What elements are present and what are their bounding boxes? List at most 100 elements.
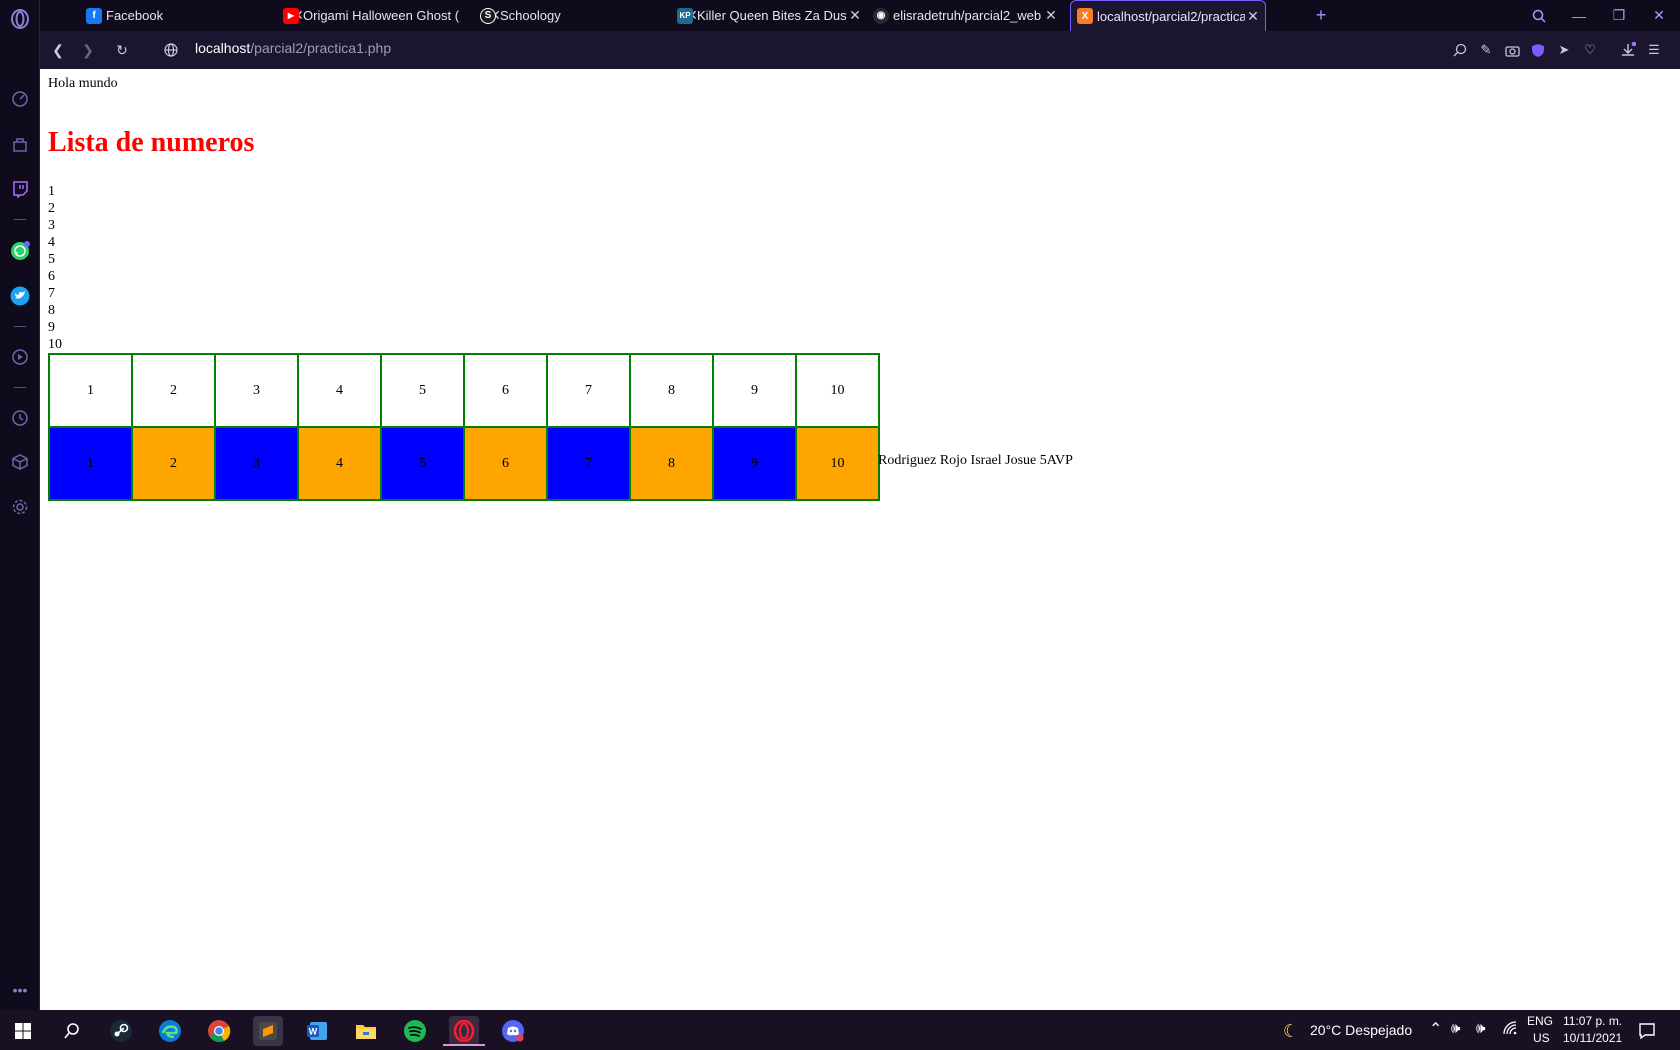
new-tab-button[interactable]: + <box>1310 4 1332 26</box>
table-row: 1 2 3 4 5 6 7 8 9 10 <box>48 426 880 501</box>
opera-sidebar: ••• <box>0 0 40 1010</box>
kp-icon: KP <box>677 7 693 24</box>
vpn-shield-icon[interactable] <box>1527 39 1549 61</box>
restore-icon[interactable]: ❐ <box>1600 0 1638 31</box>
table-cell-blue: 1 <box>48 426 133 501</box>
easy-setup-menu-icon[interactable]: ☰ <box>1643 39 1665 61</box>
snapshot-camera-icon[interactable] <box>1501 39 1523 61</box>
tab-facebook[interactable]: f Facebook ✕ <box>80 0 310 31</box>
speaker-icon[interactable]: 🕪 <box>1451 1020 1460 1037</box>
address-field[interactable]: localhost/parcial2/practica1.php <box>195 40 391 56</box>
weather-text[interactable]: 20°C Despejado <box>1310 1022 1412 1038</box>
forward-icon[interactable]: ❯ <box>77 39 99 61</box>
file-explorer-icon[interactable] <box>351 1016 381 1046</box>
hello-text: Hola mundo <box>48 76 118 91</box>
sidebar-divider <box>14 219 26 220</box>
url-host: localhost <box>195 40 251 56</box>
minimize-icon[interactable]: — <box>1560 0 1598 31</box>
screen: ••• f Facebook ✕ ▶ Origami Halloween Gho… <box>0 0 1680 1050</box>
weather-moon-icon[interactable]: ☾ <box>1276 1016 1306 1046</box>
send-icon[interactable]: ➤ <box>1553 39 1575 61</box>
taskbar-search-icon[interactable] <box>57 1016 87 1046</box>
table-cell: 7 <box>546 353 631 428</box>
discord-icon[interactable] <box>498 1016 528 1046</box>
table-cell-orange: 4 <box>297 426 382 501</box>
network-icon[interactable] <box>1502 1020 1518 1039</box>
edge-icon[interactable] <box>155 1016 185 1046</box>
bookmark-heart-icon[interactable]: ♡ <box>1579 39 1601 61</box>
table-cell-orange: 6 <box>463 426 548 501</box>
list-item: 10 <box>48 337 62 352</box>
settings-gear-icon[interactable] <box>8 495 32 519</box>
site-info-globe-icon[interactable] <box>160 39 182 61</box>
sublime-text-icon[interactable] <box>253 1016 283 1046</box>
tab-title: Schoology <box>500 8 561 23</box>
reload-icon[interactable]: ↻ <box>111 39 133 61</box>
downloads-icon[interactable] <box>1617 39 1639 61</box>
more-options-icon[interactable]: ••• <box>8 978 32 1002</box>
table-cell-blue: 9 <box>712 426 797 501</box>
close-icon[interactable]: ✕ <box>847 7 863 24</box>
extensions-icon[interactable] <box>8 450 32 474</box>
edit-share-icon[interactable]: ✎ <box>1475 39 1497 61</box>
chrome-icon[interactable] <box>204 1016 234 1046</box>
list-item: 8 <box>48 303 55 318</box>
table-cell-blue: 3 <box>214 426 299 501</box>
tab-youtube[interactable]: ▶ Origami Halloween Ghost ( ✕ <box>277 0 507 31</box>
chevron-up-icon[interactable]: ⌃ <box>1429 1019 1442 1039</box>
spotify-icon[interactable] <box>400 1016 430 1046</box>
url-path: /parcial2/practica1.php <box>250 40 392 56</box>
close-icon[interactable]: ✕ <box>1043 7 1059 24</box>
opera-logo-icon[interactable] <box>8 7 32 31</box>
speaker-icon[interactable]: 🕪 <box>1476 1020 1485 1037</box>
tab-strip: f Facebook ✕ ▶ Origami Halloween Ghost (… <box>40 0 1680 31</box>
table-cell: 4 <box>297 353 382 428</box>
table-cell-orange: 8 <box>629 426 714 501</box>
address-toolbar: ❮ ❯ ↻ localhost/parcial2/practica1.php ✎… <box>40 31 1680 69</box>
list-item: 9 <box>48 320 55 335</box>
workspaces-icon[interactable] <box>8 133 32 157</box>
page-heading: Lista de numeros <box>48 127 255 158</box>
twitter-icon[interactable] <box>8 284 32 308</box>
history-icon[interactable] <box>8 406 32 430</box>
tab-title: Facebook <box>106 8 164 23</box>
notifications-icon[interactable] <box>1632 1016 1662 1046</box>
language-bottom[interactable]: US <box>1533 1031 1550 1045</box>
github-icon: ◉ <box>873 7 889 24</box>
number-table: 1 2 3 4 5 6 7 8 9 10 1 2 3 4 5 6 7 8 9 1… <box>48 353 880 501</box>
tab-title: localhost/parcial2/practica <box>1097 8 1245 24</box>
list-item: 1 <box>48 184 55 199</box>
steam-icon[interactable] <box>106 1016 136 1046</box>
speed-dial-icon[interactable] <box>8 87 32 111</box>
table-cell-blue: 5 <box>380 426 465 501</box>
player-icon[interactable] <box>8 345 32 369</box>
list-item: 6 <box>48 269 55 284</box>
tab-title: elisradetruh/parcial2_web <box>893 8 1042 23</box>
schoology-icon: S <box>480 7 496 24</box>
search-page-icon[interactable] <box>1449 39 1471 61</box>
whatsapp-icon[interactable] <box>8 239 32 263</box>
tab-localhost[interactable]: X localhost/parcial2/practica ✕ <box>1070 0 1266 31</box>
back-icon[interactable]: ❮ <box>47 39 69 61</box>
clock-time[interactable]: 11:07 p. m. <box>1563 1014 1622 1028</box>
tab-github[interactable]: ◉ elisradetruh/parcial2_web ✕ <box>867 0 1063 31</box>
windows-start-icon[interactable] <box>8 1016 38 1046</box>
list-item: 3 <box>48 218 55 233</box>
tab-killer-queen[interactable]: KP Killer Queen Bites Za Dusto ✕ <box>671 0 867 31</box>
close-icon[interactable]: ✕ <box>1245 8 1261 24</box>
table-cell: 9 <box>712 353 797 428</box>
language-top[interactable]: ENG <box>1527 1014 1553 1028</box>
tab-search-icon[interactable] <box>1520 0 1558 31</box>
close-window-icon[interactable]: ✕ <box>1640 0 1678 31</box>
opera-taskbar-icon[interactable] <box>443 1016 485 1046</box>
list-item: 5 <box>48 252 55 267</box>
list-item: 2 <box>48 201 55 216</box>
word-icon[interactable]: W <box>302 1016 332 1046</box>
clock-date[interactable]: 10/11/2021 <box>1563 1031 1622 1045</box>
page-content: Hola mundo Lista de numeros 1 2 3 4 5 6 … <box>40 69 1680 1010</box>
twitch-icon[interactable] <box>8 177 32 201</box>
list-item: 4 <box>48 235 55 250</box>
table-cell-orange: 2 <box>131 426 216 501</box>
tab-schoology[interactable]: S Schoology ✕ <box>474 0 704 31</box>
windows-taskbar: W ☾ 20°C Despejado ⌃ 🕪 🕪 ENG US 11:07 p.… <box>0 1010 1680 1050</box>
